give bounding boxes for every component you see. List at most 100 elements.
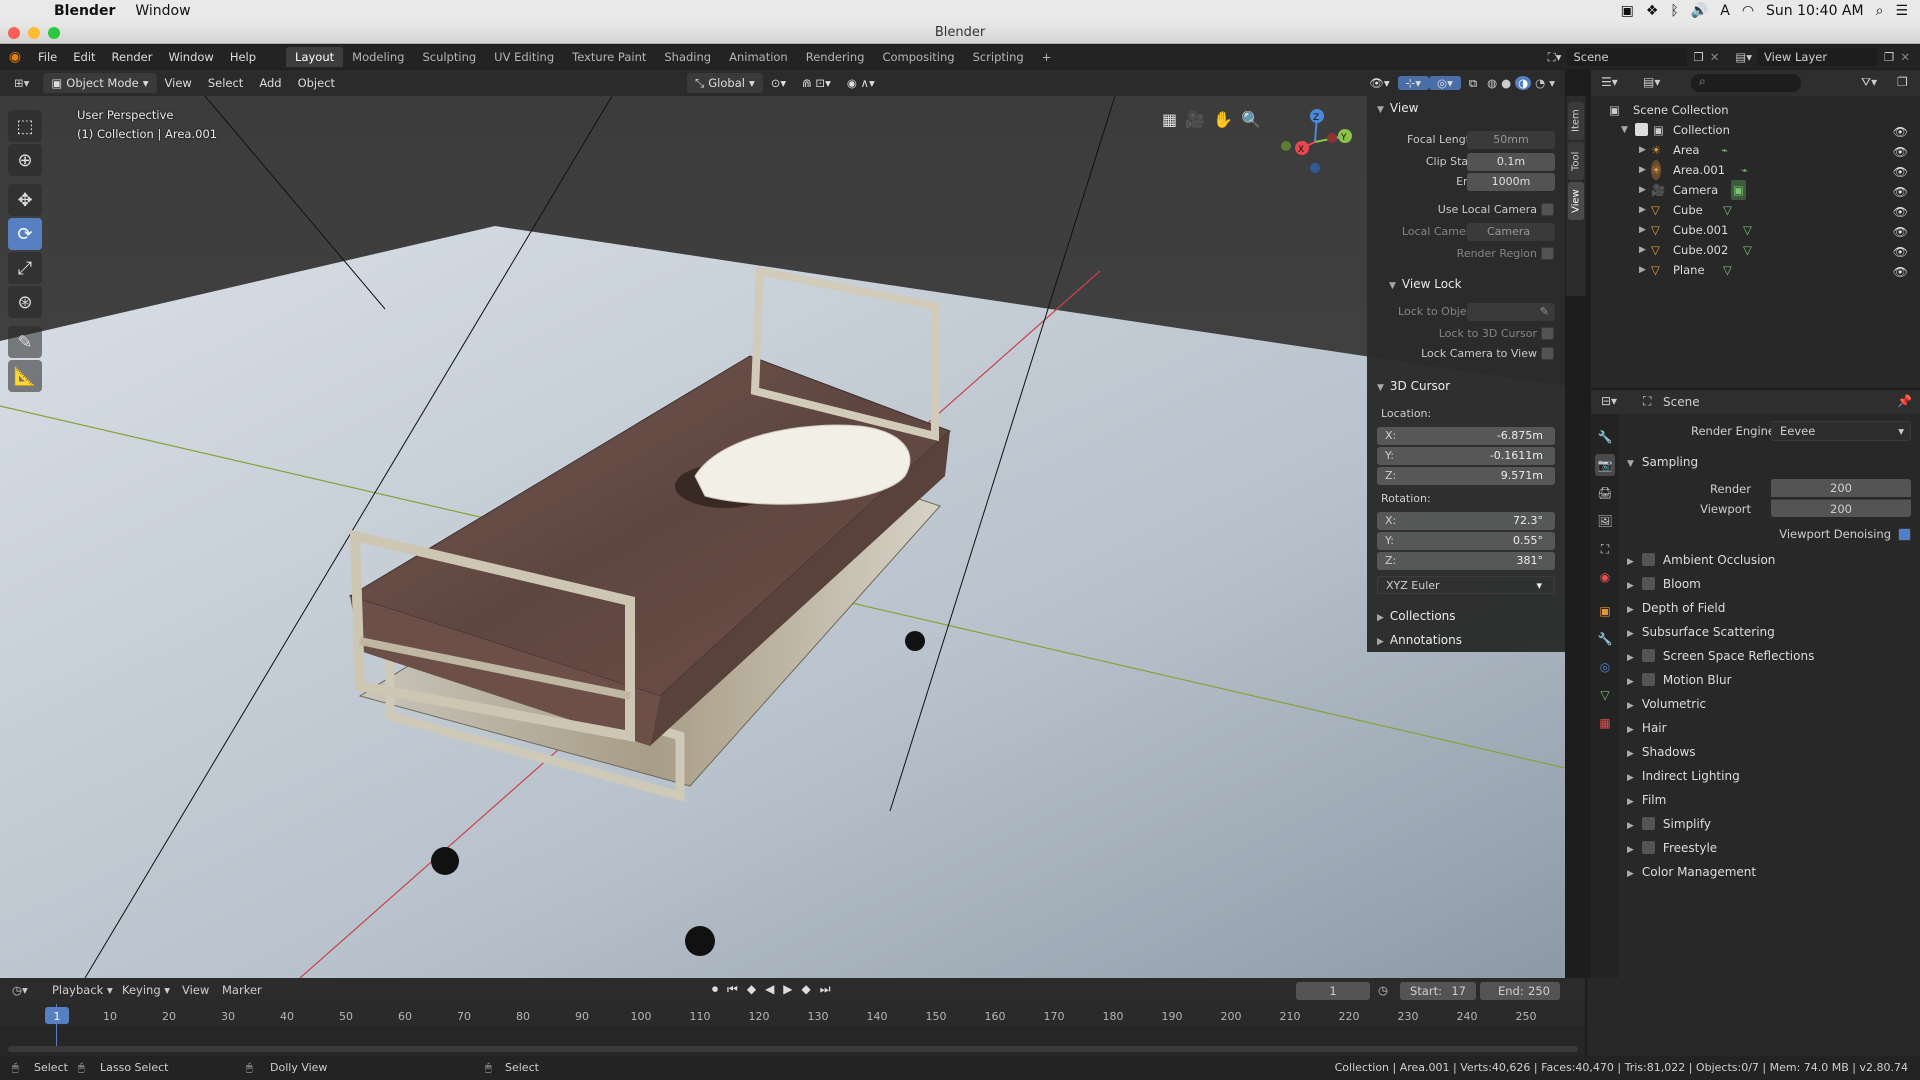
play-reverse-icon[interactable]: ◀ (765, 982, 774, 997)
scene-properties-icon[interactable]: ⛶ (1595, 538, 1615, 560)
section-subsurface-scattering[interactable]: ▶ Subsurface Scattering (1627, 620, 1917, 644)
record-icon[interactable]: ⏺ (712, 982, 718, 997)
app-menu[interactable]: Blender (54, 3, 115, 19)
menu-render[interactable]: Render (104, 45, 161, 69)
texture-properties-icon[interactable]: ▦ (1595, 712, 1615, 734)
cursor-tool-icon[interactable]: ⊕ (8, 144, 42, 176)
cursor-rotation-z-field[interactable]: Z: 381° (1377, 552, 1555, 570)
grid-view-icon[interactable]: ▦ (1162, 110, 1177, 129)
scene-selector-icon[interactable]: ⛶▾ (1548, 50, 1562, 65)
gizmo-neg-x-handle[interactable] (1327, 133, 1337, 143)
camera-view-icon[interactable]: 🎥 (1185, 110, 1205, 129)
world-properties-icon[interactable]: ◉ (1595, 566, 1615, 588)
view-lock-header[interactable]: ▼ View Lock (1367, 272, 1565, 296)
menu-window[interactable]: Window (160, 45, 221, 69)
local-camera-field[interactable]: Camera (1467, 223, 1555, 241)
section-color-management[interactable]: ▶ Color Management (1627, 860, 1917, 884)
render-engine-select[interactable]: Eevee ▾ (1771, 421, 1911, 441)
minimize-window-icon[interactable] (28, 27, 40, 39)
wifi-icon[interactable]: ◠ (1742, 3, 1754, 19)
focal-length-field[interactable]: 50mm (1467, 131, 1555, 149)
output-properties-icon[interactable]: 🖨 (1595, 482, 1615, 504)
annotations-header[interactable]: ▶ Annotations (1367, 628, 1565, 652)
visibility-eye-icon[interactable]: 👁 (1893, 142, 1908, 162)
modifier-properties-icon[interactable]: 🔧 (1595, 628, 1615, 650)
scale-tool-icon[interactable]: ⤢ (8, 252, 42, 284)
section-motion-blur[interactable]: ▶ Motion Blur (1627, 668, 1917, 692)
section-screen-space-reflections[interactable]: ▶ Screen Space Reflections (1627, 644, 1917, 668)
window-menu[interactable]: Window (135, 3, 190, 19)
view-layer-field[interactable]: View Layer (1758, 48, 1879, 66)
screen-space-reflections-checkbox[interactable] (1641, 649, 1655, 662)
new-scene-icon[interactable]: ❐ (1693, 50, 1703, 64)
tab-shading[interactable]: Shading (655, 47, 720, 67)
ambient-occlusion-checkbox[interactable] (1641, 553, 1655, 566)
delete-view-layer-icon[interactable]: ✕ (1900, 50, 1910, 64)
jump-end-icon[interactable]: ⏭ (820, 982, 831, 997)
tab-scripting[interactable]: Scripting (964, 47, 1033, 67)
menu-view[interactable]: View (182, 983, 209, 997)
tool-properties-icon[interactable]: 🔧 (1595, 426, 1615, 448)
timeline-area[interactable]: 1 10 20 30 40 50 60 70 80 90 100 110 120… (0, 1004, 1585, 1056)
end-frame-field[interactable]: End: 250 (1480, 982, 1560, 1000)
screen-share-icon[interactable]: ▣ (1621, 3, 1634, 19)
motion-blur-checkbox[interactable] (1641, 673, 1655, 686)
notification-center-icon[interactable]: ☰ (1895, 3, 1908, 19)
outliner-item-plane[interactable]: ▶ ▽ Plane ▽ 👁 (1591, 260, 1920, 280)
volume-icon[interactable]: 🔊 (1691, 3, 1708, 19)
editor-type-icon[interactable]: ⊞▾ (14, 76, 29, 90)
collections-header[interactable]: ▶ Collections (1367, 604, 1565, 628)
tab-view[interactable]: View (1568, 182, 1584, 220)
dropbox-icon[interactable]: ❖ (1646, 3, 1659, 19)
tab-sculpting[interactable]: Sculpting (413, 47, 485, 67)
menu-playback[interactable]: Playback ▾ (52, 983, 113, 997)
clock[interactable]: Sun 10:40 AM (1766, 3, 1864, 19)
cursor-location-z-field[interactable]: Z: 9.571m (1377, 467, 1555, 485)
outliner-editor-icon[interactable]: ☰▾ (1601, 75, 1618, 89)
zoom-icon[interactable]: 🔍 (1241, 110, 1261, 129)
visibility-eye-icon[interactable]: 👁 (1893, 202, 1908, 222)
outliner-search-input[interactable]: ⌕ (1691, 74, 1801, 92)
visibility-eye-icon[interactable]: 👁 (1893, 162, 1908, 182)
menu-help[interactable]: Help (222, 45, 264, 69)
menu-marker[interactable]: Marker (222, 983, 262, 997)
measure-tool-icon[interactable]: 📐 (8, 360, 42, 392)
transform-orientation-selector[interactable]: ⤡ Global ▾ (687, 73, 763, 93)
input-source-icon[interactable]: A (1720, 3, 1730, 19)
tab-layout[interactable]: Layout (286, 47, 344, 67)
clock-icon[interactable]: ◷ (1378, 983, 1388, 997)
zoom-window-icon[interactable] (48, 27, 60, 39)
select-box-tool-icon[interactable]: ⬚ (8, 110, 42, 142)
pan-hand-icon[interactable]: ✋ (1213, 110, 1233, 129)
blender-logo-icon[interactable]: ◉ (0, 49, 30, 65)
view-layer-icon[interactable]: ▤▾ (1735, 50, 1752, 64)
outliner-item-area[interactable]: ▶ ☀ Area ⌁ 👁 (1591, 140, 1920, 160)
next-keyframe-icon[interactable]: ◆ (802, 982, 811, 997)
section-simplify[interactable]: ▶ Simplify (1627, 812, 1917, 836)
visibility-eye-icon[interactable]: 👁 (1893, 182, 1908, 202)
lock-to-object-field[interactable]: ✎ (1467, 303, 1555, 321)
lock-to-cursor-checkbox[interactable] (1541, 327, 1554, 340)
render-samples-field[interactable]: 200 (1771, 479, 1911, 497)
properties-editor-icon[interactable]: ⊟▾ (1601, 394, 1617, 408)
prev-keyframe-icon[interactable]: ◆ (747, 982, 756, 997)
clip-start-field[interactable]: 0.1m (1467, 153, 1555, 171)
menu-add[interactable]: Add (251, 76, 289, 90)
3d-viewport[interactable]: ▦ 🎥 ✋ 🔍 Z Y X (0, 96, 1565, 978)
outliner-item-cube-001[interactable]: ▶ ▽ Cube.001 ▽ 👁 (1591, 220, 1920, 240)
outliner-scene-collection[interactable]: ▣ Scene Collection (1591, 100, 1920, 120)
delete-scene-icon[interactable]: ✕ (1710, 50, 1720, 64)
shading-options-icon[interactable]: ▾ (1549, 76, 1555, 90)
gizmo-neg-y-handle[interactable] (1281, 141, 1291, 151)
section-bloom[interactable]: ▶ Bloom (1627, 572, 1917, 596)
timeline-editor-icon[interactable]: ◷▾ (12, 983, 28, 997)
cursor-location-y-field[interactable]: Y: -0.1611m (1377, 447, 1555, 465)
display-mode-icon[interactable]: ▤▾ (1643, 75, 1660, 89)
view-layer-properties-icon[interactable]: 🖼 (1595, 510, 1615, 532)
rotate-tool-icon[interactable]: ⟳ (8, 218, 42, 250)
view-section-header[interactable]: ▼ View (1367, 96, 1565, 120)
add-workspace-button[interactable]: + (1033, 47, 1061, 67)
timeline-scrollbar[interactable] (8, 1046, 1578, 1052)
axis-gizmo[interactable]: Z Y X (1280, 104, 1360, 184)
menu-edit[interactable]: Edit (65, 45, 103, 69)
